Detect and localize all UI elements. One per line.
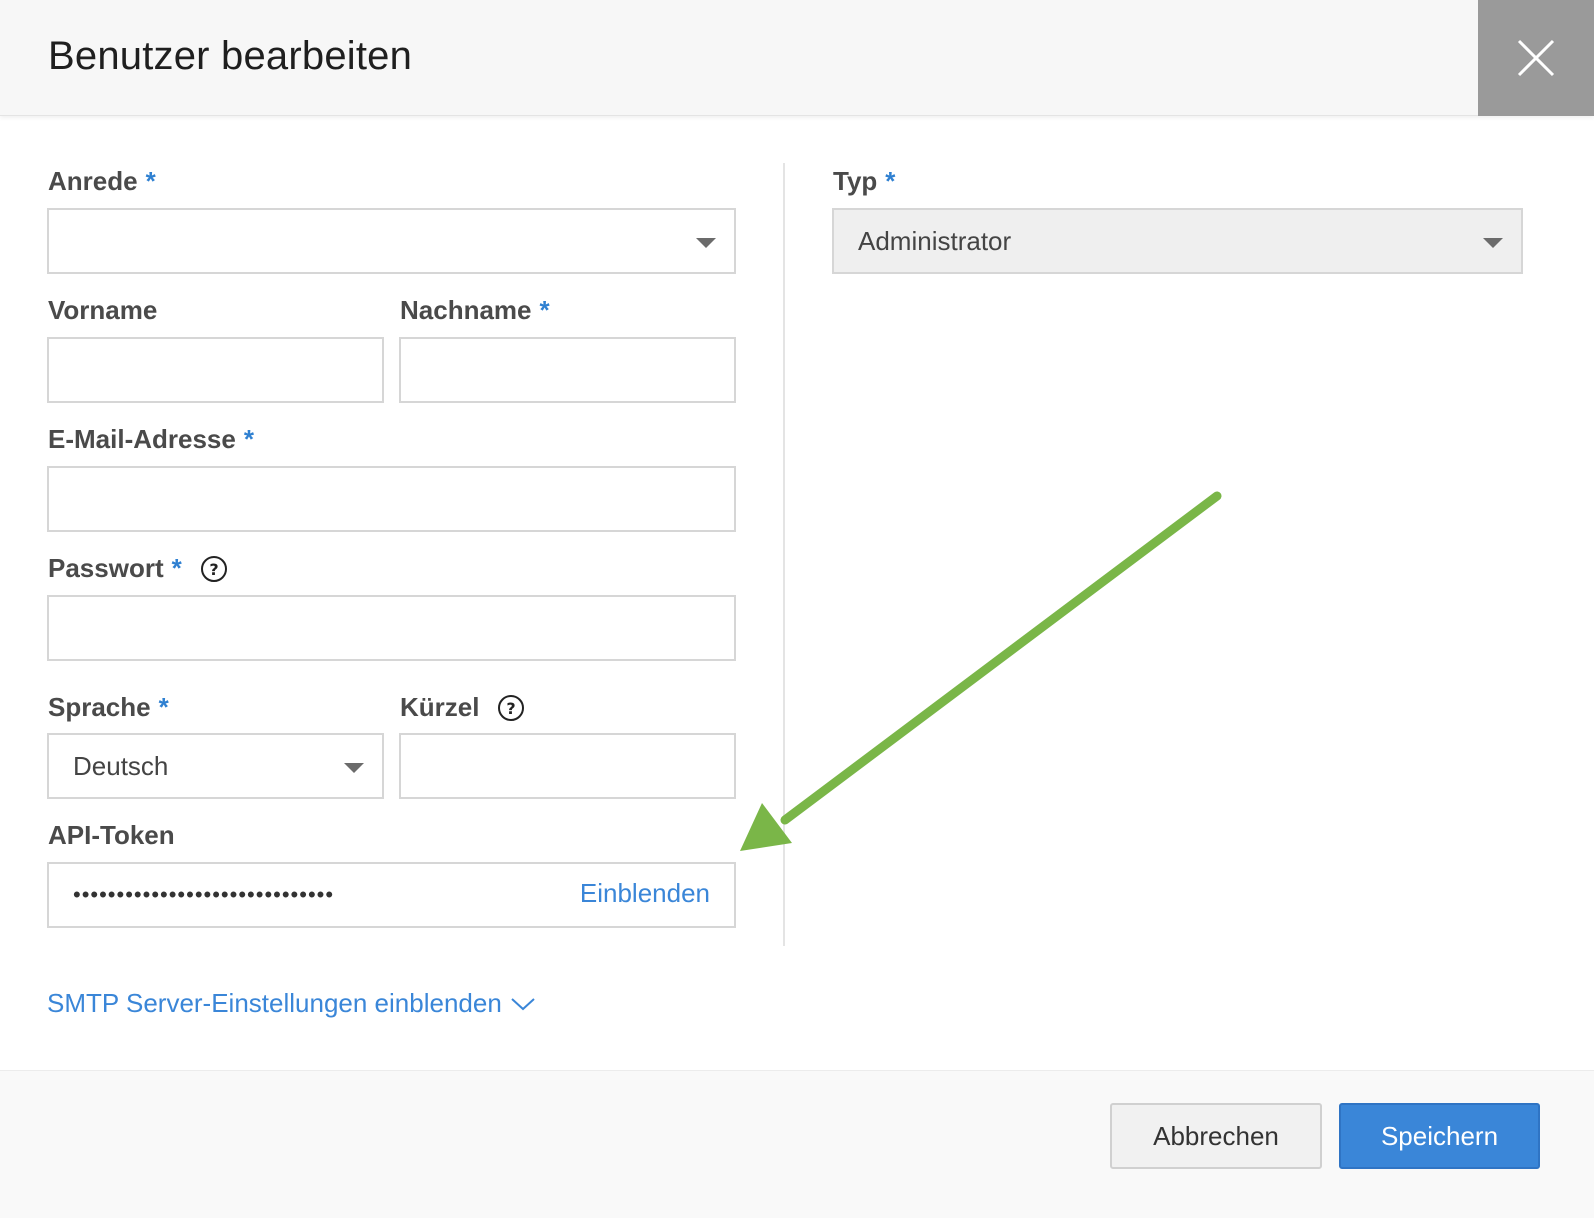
chevron-down-icon bbox=[511, 997, 535, 1010]
required-marker: * bbox=[885, 166, 896, 196]
dialog-header: Benutzer bearbeiten bbox=[0, 0, 1594, 116]
password-input[interactable] bbox=[47, 595, 736, 661]
salutation-select[interactable] bbox=[47, 208, 736, 274]
type-value: Administrator bbox=[858, 225, 1012, 256]
first-name-label: Vorname bbox=[48, 295, 157, 326]
dialog-title: Benutzer bearbeiten bbox=[48, 34, 413, 78]
type-label-text: Typ bbox=[833, 166, 878, 196]
email-label: E-Mail-Adresse * bbox=[48, 424, 254, 455]
type-label: Typ * bbox=[833, 166, 895, 197]
api-token-label: API-Token bbox=[48, 820, 175, 851]
column-divider bbox=[783, 163, 785, 946]
type-select[interactable]: Administrator bbox=[832, 208, 1523, 274]
last-name-input[interactable] bbox=[399, 337, 736, 403]
dropdown-caret-icon bbox=[696, 238, 716, 248]
language-select[interactable]: Deutsch bbox=[47, 733, 384, 799]
language-value: Deutsch bbox=[73, 750, 169, 781]
api-token-label-text: API-Token bbox=[48, 820, 175, 850]
smtp-settings-toggle[interactable]: SMTP Server-Einstellungen einblenden bbox=[47, 988, 536, 1019]
dropdown-caret-icon bbox=[1483, 238, 1503, 248]
salutation-label-text: Anrede bbox=[48, 166, 138, 196]
salutation-label: Anrede * bbox=[48, 166, 156, 197]
last-name-label-text: Nachname bbox=[400, 295, 532, 325]
svg-text:?: ? bbox=[507, 699, 516, 718]
language-label-text: Sprache bbox=[48, 692, 151, 722]
svg-text:?: ? bbox=[209, 560, 218, 579]
close-icon bbox=[1517, 39, 1555, 77]
close-button[interactable] bbox=[1478, 0, 1594, 116]
smtp-settings-label: SMTP Server-Einstellungen einblenden bbox=[47, 988, 502, 1018]
required-marker: * bbox=[243, 424, 254, 454]
first-name-label-text: Vorname bbox=[48, 295, 158, 325]
required-marker: * bbox=[158, 692, 169, 722]
email-input[interactable] bbox=[47, 466, 736, 532]
first-name-input[interactable] bbox=[47, 337, 384, 403]
initials-label-text: Kürzel bbox=[400, 692, 480, 722]
password-label: Passwort * ? bbox=[48, 553, 228, 584]
cancel-button[interactable]: Abbrechen bbox=[1110, 1103, 1322, 1169]
last-name-label: Nachname * bbox=[400, 295, 550, 326]
language-label: Sprache * bbox=[48, 692, 169, 723]
save-button[interactable]: Speichern bbox=[1339, 1103, 1540, 1169]
initials-label: Kürzel ? bbox=[400, 692, 525, 723]
required-marker: * bbox=[539, 295, 550, 325]
email-label-text: E-Mail-Adresse bbox=[48, 424, 236, 454]
dropdown-caret-icon bbox=[344, 763, 364, 773]
initials-input[interactable] bbox=[399, 733, 736, 799]
api-token-masked-value: •••••••••••••••••••••••••••••• bbox=[73, 882, 335, 907]
reveal-token-link[interactable]: Einblenden bbox=[580, 878, 710, 909]
question-circle-icon[interactable]: ? bbox=[497, 694, 525, 722]
api-token-field[interactable]: •••••••••••••••••••••••••••••• Einblende… bbox=[47, 862, 736, 928]
password-label-text: Passwort bbox=[48, 553, 164, 583]
question-circle-icon[interactable]: ? bbox=[200, 555, 228, 583]
required-marker: * bbox=[171, 553, 182, 583]
required-marker: * bbox=[145, 166, 156, 196]
